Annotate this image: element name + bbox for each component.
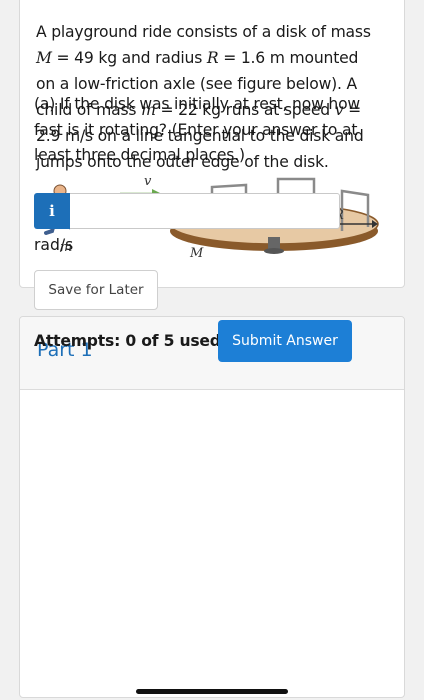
disk-mass-label: M <box>189 246 204 261</box>
question-text: (a) If the disk was initially at rest, n… <box>34 95 360 164</box>
var-M: M <box>36 49 52 67</box>
units-label: rad/s <box>34 236 74 254</box>
velocity-label: v <box>144 174 152 189</box>
problem-line: on a low-friction axle (see figure below… <box>36 75 358 93</box>
problem-line: A playground ride consists of a disk of … <box>36 23 371 41</box>
attempts-counter: Attempts: 0 of 5 used <box>34 332 221 350</box>
var-R: R <box>206 49 219 67</box>
submit-answer-button[interactable]: Submit Answer <box>218 320 352 362</box>
part-card: Part 1 <box>19 316 405 698</box>
save-for-later-button[interactable]: Save for Later <box>34 270 158 310</box>
problem-eq: = 1.6 m mounted <box>218 49 359 67</box>
problem-eq: = 49 kg and radius <box>51 49 207 67</box>
info-icon[interactable]: i <box>34 193 70 229</box>
answer-input[interactable] <box>70 193 340 229</box>
home-indicator <box>136 689 288 694</box>
answer-row: i <box>34 193 340 229</box>
